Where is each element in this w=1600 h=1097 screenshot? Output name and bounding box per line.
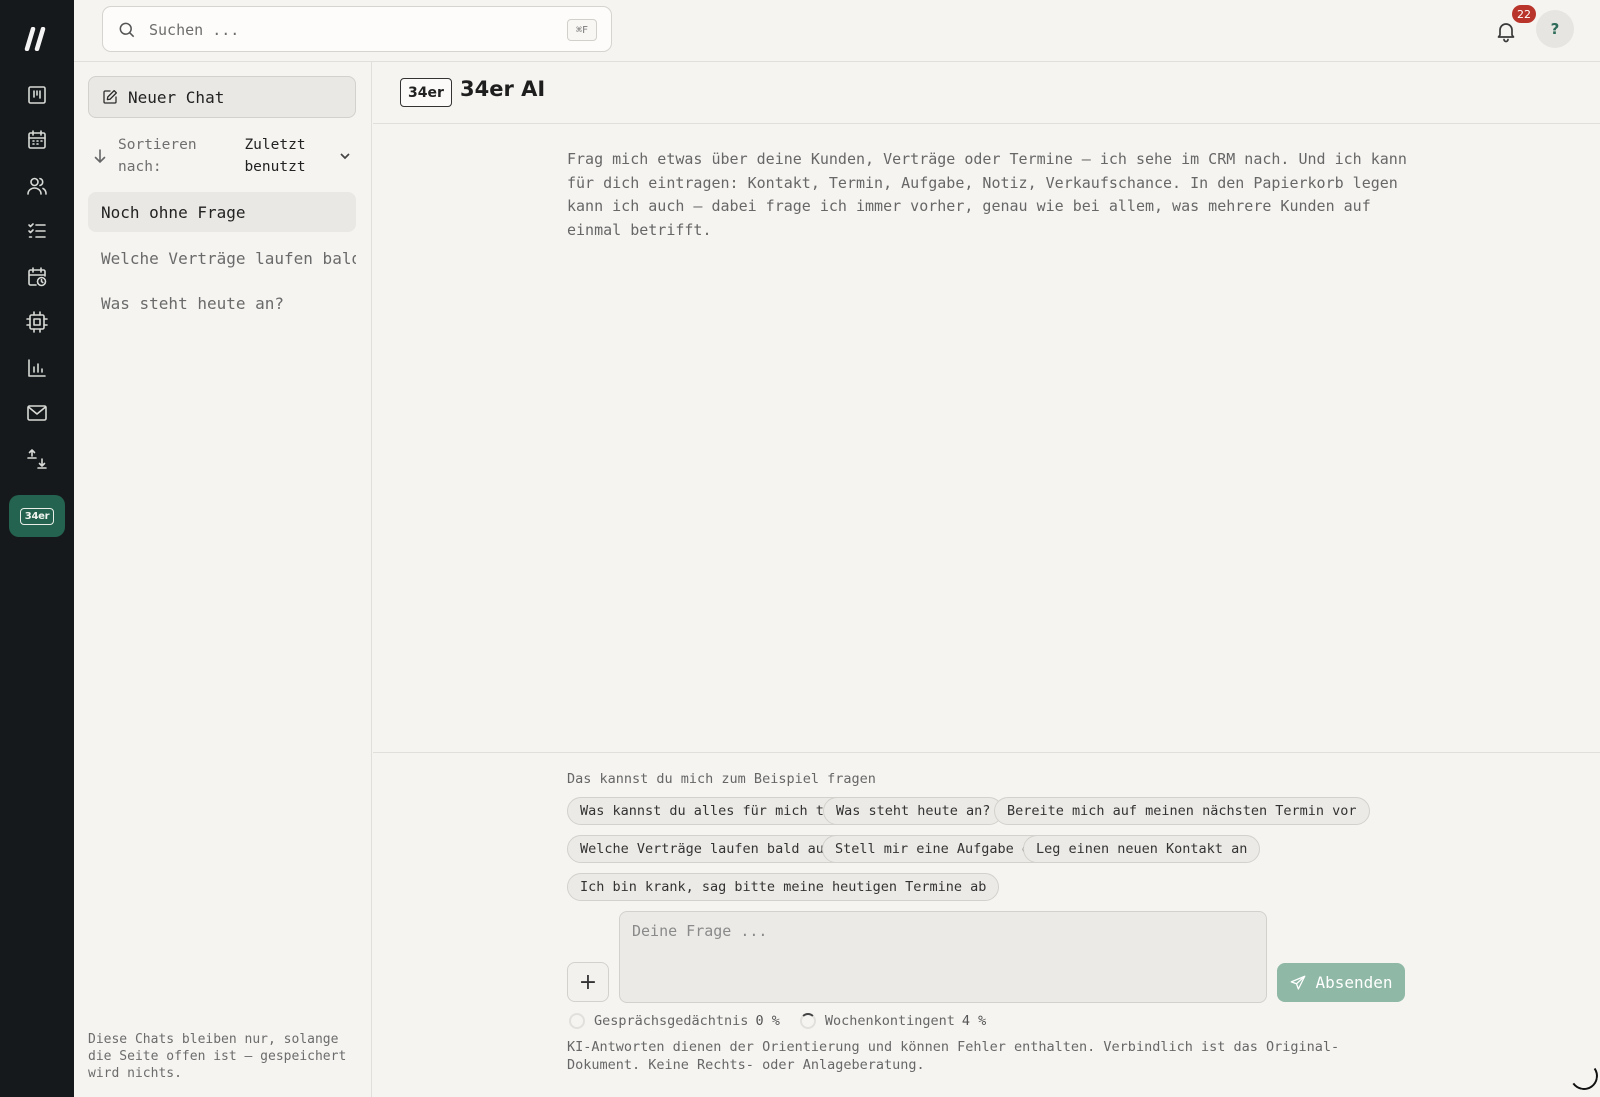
suggestion-chip[interactable]: Ich bin krank, sag bitte meine heutigen … <box>567 873 1000 901</box>
chat-item-vertraege[interactable]: Welche Verträge laufen bald ... <box>88 238 356 278</box>
chat-item-noch-ohne-frage[interactable]: Noch ohne Frage <box>88 192 356 232</box>
memory-progress-ring <box>569 1013 585 1029</box>
suggestion-chip[interactable]: Leg einen neuen Kontakt an <box>1023 835 1261 863</box>
top-bar: ⌘F 22 ? <box>74 0 1600 62</box>
usage-meters: Gesprächsgedächtnis 0 % Wochenkontingent… <box>569 1011 1006 1031</box>
nav-integrations[interactable] <box>17 302 57 342</box>
nav-import-export[interactable] <box>17 439 57 479</box>
arrow-down-icon <box>92 148 108 164</box>
upload-download-icon <box>27 449 47 469</box>
nav-34er-ai[interactable]: 34er <box>9 495 65 537</box>
question-input[interactable] <box>619 911 1267 1003</box>
users-icon <box>27 177 47 195</box>
34er-logo-tag: 34er <box>400 78 452 107</box>
notification-count-badge: 22 <box>1512 5 1536 23</box>
search-shortcut-hint: ⌘F <box>567 19 597 41</box>
kanban-board-icon <box>28 86 46 104</box>
logo-slashes-icon <box>24 27 46 51</box>
send-label: Absenden <box>1315 973 1393 992</box>
calendar-clock-icon <box>28 267 47 287</box>
nav-tasks[interactable] <box>17 211 57 251</box>
chat-header: 34er 34er AI <box>373 62 1600 124</box>
nav-appointments[interactable] <box>17 257 57 297</box>
assistant-intro-message: Frag mich etwas über deine Kunden, Vertr… <box>567 150 1407 239</box>
bar-chart-icon <box>28 359 46 377</box>
search-icon <box>117 20 137 40</box>
nav-dashboard[interactable] <box>17 75 57 115</box>
chat-list-sidebar: Neuer Chat Sortieren nach: Zuletzt benut… <box>74 62 372 1097</box>
search-input[interactable] <box>149 15 549 45</box>
memory-value: 0 % <box>755 1013 780 1029</box>
quota-label: Wochenkontingent <box>824 1013 955 1029</box>
memory-label: Gesprächsgedächtnis <box>594 1013 749 1029</box>
nav-mail[interactable] <box>17 393 57 433</box>
suggestion-chip[interactable]: Welche Verträge laufen bald aus? <box>567 835 854 863</box>
global-search: ⌘F <box>102 6 612 52</box>
mail-icon <box>27 405 47 421</box>
new-chat-button[interactable]: Neuer Chat <box>88 76 356 118</box>
ai-chat-main: 34er 34er AI Frag mich etwas über deine … <box>373 62 1600 1097</box>
page-title: 34er AI <box>460 77 546 101</box>
sort-dropdown[interactable]: Sortieren nach: Zuletzt benutzt <box>92 134 356 182</box>
nav-reports[interactable] <box>17 348 57 388</box>
send-paper-plane-icon <box>1291 975 1306 990</box>
34er-ai-label: 34er <box>19 507 55 525</box>
calendar-icon <box>28 130 46 149</box>
sort-value: Zuletzt benutzt <box>244 137 306 175</box>
checklist-icon <box>28 223 46 238</box>
suggestion-chip[interactable]: Was kannst du alles für mich tun? <box>567 797 862 825</box>
quota-progress-ring <box>799 1013 816 1029</box>
nav-contacts[interactable] <box>17 166 57 206</box>
new-chat-label: Neuer Chat <box>128 87 225 107</box>
suggestion-chip[interactable]: Was steht heute an? <box>823 797 1004 825</box>
ai-disclaimer: KI-Antworten dienen der Orientierung und… <box>567 1039 1340 1073</box>
suggestion-chip[interactable]: Bereite mich auf meinen nächsten Termin … <box>994 797 1370 825</box>
cpu-chip-icon <box>26 311 48 333</box>
sort-label: Sortieren nach: <box>118 137 197 175</box>
chevron-down-icon <box>338 148 352 162</box>
nav-calendar[interactable] <box>17 120 57 160</box>
help-button[interactable]: ? <box>1536 10 1574 48</box>
send-button[interactable]: Absenden <box>1277 963 1405 1002</box>
edit-pencil-icon <box>103 89 118 104</box>
composer-area: Das kannst du mich zum Beispiel fragen W… <box>373 752 1600 1097</box>
chat-persistence-note: Diese Chats bleiben nur, solange die Sei… <box>88 1032 347 1081</box>
bell-icon <box>1497 23 1515 43</box>
chat-item-heute[interactable]: Was steht heute an? <box>88 283 356 323</box>
attach-button[interactable]: + <box>567 962 609 1002</box>
app-logo[interactable] <box>0 22 74 56</box>
main-navigation-rail: 34er <box>0 0 74 1097</box>
quota-value: 4 % <box>961 1013 987 1029</box>
suggestions-title: Das kannst du mich zum Beispiel fragen <box>567 771 876 787</box>
